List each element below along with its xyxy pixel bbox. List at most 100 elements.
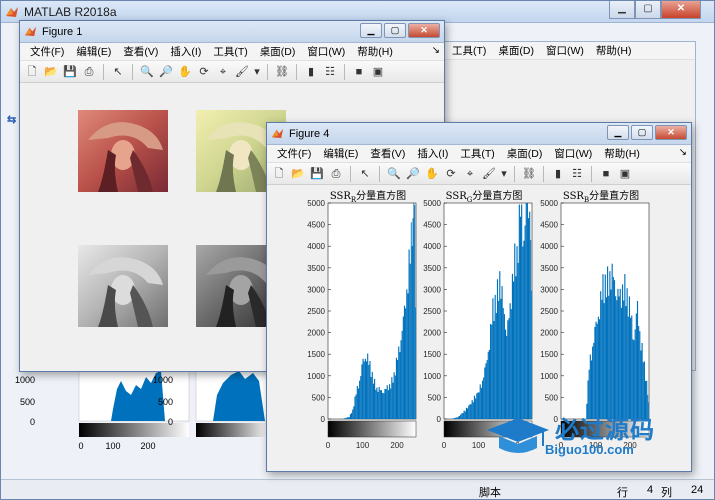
colorbar-icon[interactable]: ▮ <box>303 64 319 80</box>
figure4-title: Figure 4 <box>289 127 330 140</box>
zoom-in-icon[interactable]: 🔍 <box>139 64 155 80</box>
hist-g-title-suffix: 分量直方图 <box>472 191 523 202</box>
brush-icon[interactable]: 🖌 <box>234 64 250 80</box>
histogram-bar <box>612 277 614 419</box>
bg-menu-help[interactable]: 帮助(H) <box>590 43 638 58</box>
hide-plot-tools-icon[interactable]: ■ <box>351 64 367 80</box>
menu-view[interactable]: 查看(V) <box>117 44 164 59</box>
rotate-icon[interactable]: ⟳ <box>443 166 459 182</box>
histogram-bar <box>617 288 619 419</box>
data-cursor-icon[interactable]: ⌖ <box>462 166 478 182</box>
pointer-icon[interactable]: ↖ <box>110 64 126 80</box>
menu-tools[interactable]: 工具(T) <box>454 146 500 161</box>
brush-icon[interactable]: 🖌 <box>481 166 497 182</box>
histogram-bar <box>471 400 473 419</box>
histogram-bar <box>598 319 601 419</box>
maximize-button[interactable]: ▢ <box>631 125 653 140</box>
toolbar-separator <box>344 63 345 80</box>
histogram-bar <box>523 240 525 419</box>
bg-menu-desktop[interactable]: 桌面(D) <box>492 43 540 58</box>
histogram-bar <box>405 308 407 419</box>
save-icon[interactable]: 💾 <box>309 166 325 182</box>
histogram-bar <box>376 387 378 419</box>
zoom-out-icon[interactable]: 🔎 <box>405 166 421 182</box>
close-button[interactable]: ✕ <box>655 125 687 140</box>
pan-icon[interactable]: ✋ <box>177 64 193 80</box>
histogram-bar <box>626 288 628 419</box>
y-tick-label: 3000 <box>307 285 325 294</box>
menu-desktop[interactable]: 桌面(D) <box>501 146 549 161</box>
print-icon[interactable]: ⎙ <box>81 64 97 80</box>
menu-insert[interactable]: 插入(I) <box>411 146 454 161</box>
maximize-button[interactable]: ▢ <box>635 1 661 19</box>
menu-window[interactable]: 窗口(W) <box>548 146 598 161</box>
histogram-bar <box>374 378 376 419</box>
maximize-button[interactable]: ▢ <box>384 23 406 38</box>
image-gray-light <box>78 245 168 327</box>
new-figure-icon[interactable]: 🗋 <box>271 166 287 182</box>
histogram-bar <box>633 340 635 419</box>
menubar-dock-arrow-icon[interactable]: ↘ <box>432 45 440 56</box>
y-tick-label: 2000 <box>423 329 441 338</box>
gray-ramp-bar <box>327 420 417 438</box>
link-icon[interactable]: ⛓ <box>521 166 537 182</box>
rotate-icon[interactable]: ⟳ <box>196 64 212 80</box>
menu-help[interactable]: 帮助(H) <box>351 44 399 59</box>
colorbar-icon[interactable]: ▮ <box>550 166 566 182</box>
link-icon[interactable]: ⛓ <box>274 64 290 80</box>
menu-edit[interactable]: 编辑(E) <box>317 146 364 161</box>
y-tick-label: 1000 <box>307 372 325 381</box>
brush-dropdown-icon[interactable]: ▾ <box>253 64 261 80</box>
histogram-bar <box>464 411 466 419</box>
sidebar-arrow-icon[interactable]: ⇆ <box>7 113 19 126</box>
histogram-bar <box>478 392 480 419</box>
menu-file[interactable]: 文件(F) <box>24 44 70 59</box>
minimize-button[interactable]: ▁ <box>607 125 629 140</box>
menu-help[interactable]: 帮助(H) <box>598 146 646 161</box>
brush-dropdown-icon[interactable]: ▾ <box>500 166 508 182</box>
menu-view[interactable]: 查看(V) <box>364 146 411 161</box>
hide-plot-tools-icon[interactable]: ■ <box>598 166 614 182</box>
figure4-title-bar[interactable]: Figure 4 ▁ ▢ ✕ <box>267 123 691 145</box>
y-tick-label: 3500 <box>423 264 441 273</box>
menu-tools[interactable]: 工具(T) <box>207 44 253 59</box>
figure1-title-bar[interactable]: Figure 1 ▁ ▢ ✕ <box>20 21 444 43</box>
histogram-bar <box>388 384 391 419</box>
histogram-bar <box>527 218 530 419</box>
menubar-dock-arrow-icon[interactable]: ↘ <box>679 147 687 158</box>
bg-menu-tools[interactable]: 工具(T) <box>446 43 492 58</box>
new-figure-icon[interactable]: 🗋 <box>24 64 40 80</box>
main-window-controls: ▁ ▢ ✕ <box>609 1 701 19</box>
menu-window[interactable]: 窗口(W) <box>301 44 351 59</box>
minimize-button[interactable]: ▁ <box>360 23 382 38</box>
pan-icon[interactable]: ✋ <box>424 166 440 182</box>
menu-file[interactable]: 文件(F) <box>271 146 317 161</box>
close-button[interactable]: ✕ <box>661 1 701 19</box>
histogram-bar <box>495 312 497 419</box>
histogram-bar <box>597 316 599 419</box>
legend-icon[interactable]: ☷ <box>322 64 338 80</box>
menu-desktop[interactable]: 桌面(D) <box>254 44 302 59</box>
save-icon[interactable]: 💾 <box>62 64 78 80</box>
legend-icon[interactable]: ☷ <box>569 166 585 182</box>
close-button[interactable]: ✕ <box>408 23 440 38</box>
histogram-bar <box>461 413 463 419</box>
zoom-in-icon[interactable]: 🔍 <box>386 166 402 182</box>
histogram-bar <box>529 211 531 419</box>
pointer-icon[interactable]: ↖ <box>357 166 373 182</box>
y-tick-label: 1500 <box>540 350 558 359</box>
histogram-bar <box>378 386 380 419</box>
open-file-icon[interactable]: 📂 <box>43 64 59 80</box>
histogram-bar <box>377 391 379 419</box>
open-file-icon[interactable]: 📂 <box>290 166 306 182</box>
main-window-title: MATLAB R2018a <box>24 4 117 19</box>
menu-edit[interactable]: 编辑(E) <box>70 44 117 59</box>
print-icon[interactable]: ⎙ <box>328 166 344 182</box>
zoom-out-icon[interactable]: 🔎 <box>158 64 174 80</box>
show-plot-tools-icon[interactable]: ▣ <box>617 166 633 182</box>
data-cursor-icon[interactable]: ⌖ <box>215 64 231 80</box>
bg-menu-window[interactable]: 窗口(W) <box>540 43 590 58</box>
show-plot-tools-icon[interactable]: ▣ <box>370 64 386 80</box>
minimize-button[interactable]: ▁ <box>609 1 635 19</box>
menu-insert[interactable]: 插入(I) <box>164 44 207 59</box>
